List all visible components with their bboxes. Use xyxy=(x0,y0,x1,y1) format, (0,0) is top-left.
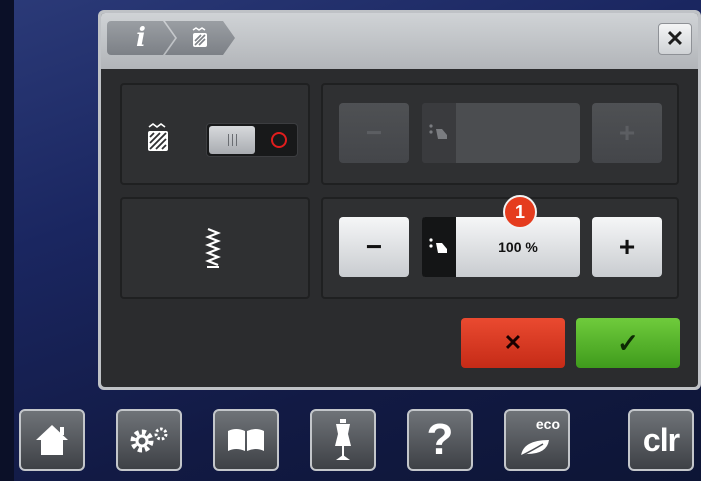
needle-icon-box xyxy=(422,103,456,163)
eco-button[interactable]: eco xyxy=(504,409,570,471)
breadcrumb-info[interactable]: i xyxy=(107,21,175,55)
pattern-length-panel: − + xyxy=(321,83,679,185)
info-icon: i xyxy=(136,23,146,53)
breadcrumb-stitch[interactable] xyxy=(165,21,235,55)
eco-label: eco xyxy=(535,416,560,432)
settings-button[interactable] xyxy=(116,409,182,471)
density-value-field: 100 % xyxy=(422,217,580,277)
pattern-minus-button[interactable]: − xyxy=(339,103,409,163)
pattern-toggle-panel xyxy=(120,83,310,185)
settings-icon xyxy=(130,427,168,453)
callout-badge: 1 xyxy=(503,195,537,229)
presser-foot-icon xyxy=(429,124,447,139)
density-plus-button[interactable]: + xyxy=(592,217,662,277)
confirm-button[interactable]: ✓ xyxy=(576,318,680,368)
stitch-density-panel: − 100 % + 1 xyxy=(321,195,679,299)
tutorial-button[interactable] xyxy=(213,409,279,471)
cancel-button[interactable]: ✕ xyxy=(461,318,565,368)
minus-icon: − xyxy=(365,231,383,262)
presser-foot-icon xyxy=(429,238,447,253)
leaf-icon xyxy=(520,440,549,457)
home-button[interactable] xyxy=(19,409,85,471)
clr-button[interactable]: clr xyxy=(628,409,694,471)
dialog-titlebar: i ✕ xyxy=(101,13,698,69)
density-value: 100 % xyxy=(498,239,538,255)
help-icon: ? xyxy=(426,415,454,464)
toggle-off-indicator xyxy=(271,132,287,148)
book-icon xyxy=(228,429,264,451)
density-minus-button[interactable]: − xyxy=(339,217,409,277)
mannequin-icon xyxy=(335,419,351,460)
plus-icon: + xyxy=(618,231,636,262)
stitch-type-panel xyxy=(120,197,310,299)
clr-label: clr xyxy=(642,421,680,458)
close-button[interactable]: ✕ xyxy=(658,23,692,55)
pattern-value-field xyxy=(422,103,580,163)
pattern-toggle-switch[interactable] xyxy=(206,123,298,157)
toggle-thumb[interactable] xyxy=(209,126,255,154)
minus-icon: − xyxy=(365,117,383,148)
stitch-pattern-icon xyxy=(191,27,209,49)
stitch-settings-dialog: i ✕ − + − 100 % + 1 ✕ ✓ xyxy=(98,10,701,390)
dialog-body: i ✕ − + − 100 % + 1 ✕ ✓ xyxy=(101,13,698,387)
taskbar: ? eco clr xyxy=(0,396,701,481)
pattern-plus-button[interactable]: + xyxy=(592,103,662,163)
help-button[interactable]: ? xyxy=(407,409,473,471)
stitch-pattern-icon xyxy=(148,123,168,151)
sewing-guide-button[interactable] xyxy=(310,409,376,471)
needle-icon-box xyxy=(422,217,456,277)
home-icon xyxy=(36,425,68,455)
zigzag-stitch-icon xyxy=(205,227,221,268)
plus-icon: + xyxy=(618,117,636,148)
